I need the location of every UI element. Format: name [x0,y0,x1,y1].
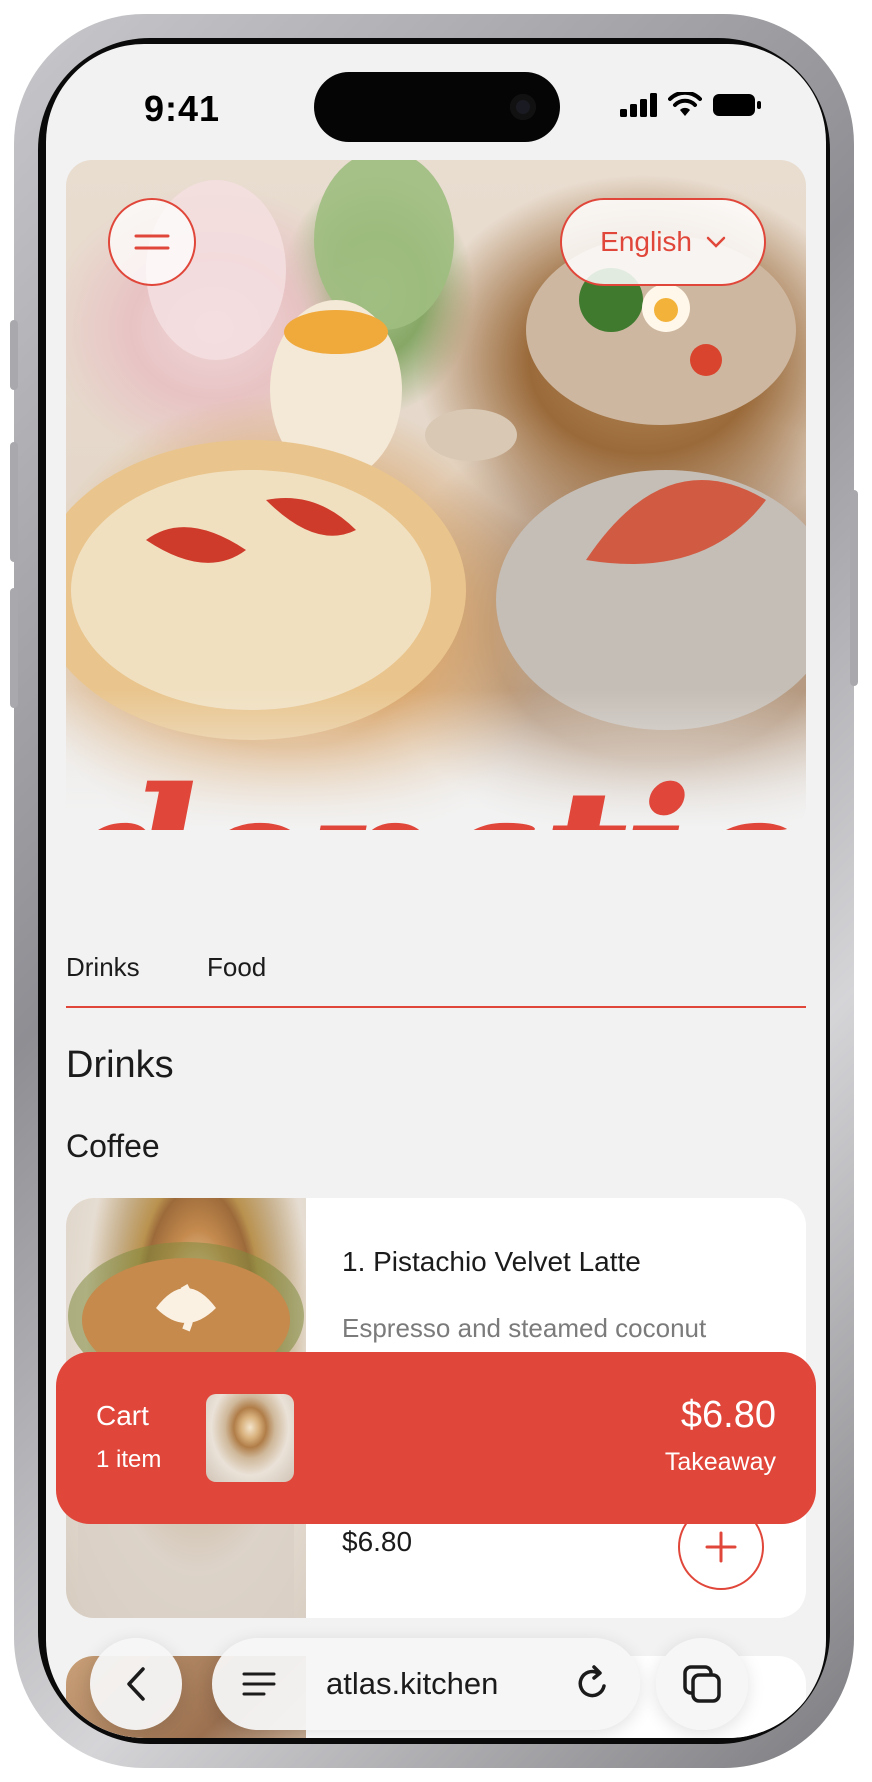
category-tabs: Drinks Food [66,952,806,1008]
volume-down-button [10,588,18,708]
order-mode: Takeaway [664,1448,776,1476]
back-button[interactable] [90,1638,182,1730]
plus-icon [705,1531,737,1563]
wifi-icon [668,92,702,116]
language-selector[interactable]: English [560,198,766,286]
cart-item-count: 1 item [96,1446,162,1473]
menu-button[interactable] [108,198,196,286]
cart-label: Cart [96,1400,149,1431]
screen: 9:41 English Drinks Food Drinks Coffee 1… [46,44,826,1738]
url-text: atlas.kitchen [326,1666,499,1701]
cart-bar[interactable]: Cart 1 item $6.80 Takeaway [56,1352,816,1524]
power-button [850,490,858,686]
tab-drinks[interactable]: Drinks [66,952,140,983]
tabs-icon [683,1665,721,1703]
status-icons [620,92,762,118]
cart-item-thumbnail [206,1394,294,1482]
menu-item-description: Espresso and steamed coconut [342,1313,707,1343]
language-label: English [600,226,692,257]
status-time: 9:41 [144,88,221,129]
address-bar[interactable]: atlas.kitchen [212,1638,640,1730]
brand-logo: depatio [66,764,806,831]
action-button [10,320,18,390]
subsection-title: Coffee [66,1128,160,1164]
hamburger-icon [134,234,170,250]
signal-icon [620,93,657,117]
tabs-button[interactable] [656,1638,748,1730]
volume-up-button [10,442,18,562]
battery-icon [713,94,761,116]
menu-item-price: $6.80 [342,1526,413,1557]
camera-icon [510,94,536,120]
browser-toolbar: atlas.kitchen [46,1620,826,1738]
tab-food[interactable]: Food [207,952,266,983]
hero-banner: English depatio [66,160,806,830]
chevron-left-icon [127,1667,145,1701]
cart-total: $6.80 [680,1394,776,1436]
menu-item-name: 1. Pistachio Velvet Latte [342,1246,641,1277]
chevron-down-icon [706,236,726,248]
page-menu-icon [242,1672,276,1696]
reload-icon[interactable] [574,1664,610,1704]
section-title: Drinks [66,1044,174,1086]
dynamic-island [314,72,560,142]
